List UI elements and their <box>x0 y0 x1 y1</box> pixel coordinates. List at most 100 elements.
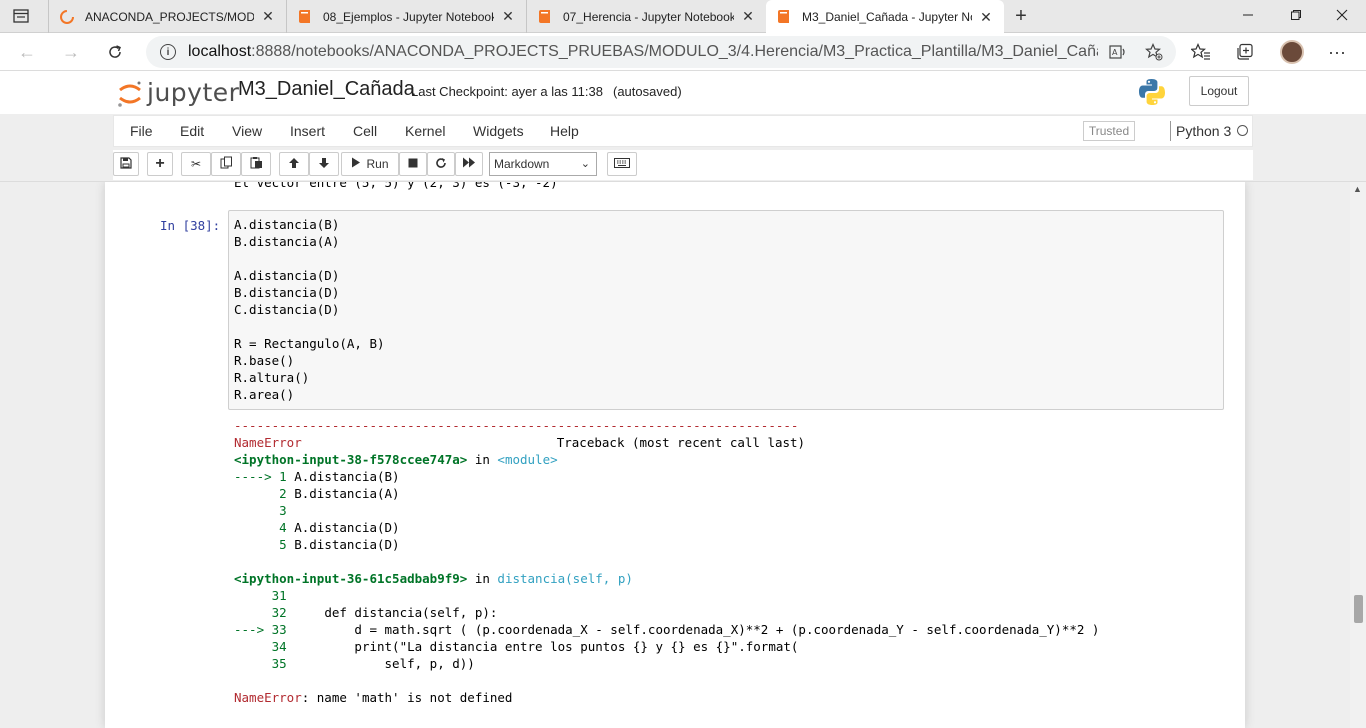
traceback-header-line: NameError Traceback (most recent call las… <box>234 435 806 450</box>
browser-tab-ejemplos[interactable]: 08_Ejemplos - Jupyter Notebook ✕ <box>286 0 526 33</box>
window-menu-icon[interactable] <box>12 8 30 24</box>
traceback-line: 2 B.distancia(A) <box>234 486 400 501</box>
minimize-icon[interactable] <box>1236 4 1260 26</box>
menu-cell[interactable]: Cell <box>353 123 377 139</box>
notebook-name[interactable]: M3_Daniel_Cañada <box>238 78 415 101</box>
last-checkpoint: Last Checkpoint: ayer a las 11:38 <box>411 84 603 99</box>
code-line: R.altura() <box>234 370 310 385</box>
save-button[interactable] <box>113 152 139 176</box>
collections-icon[interactable] <box>1234 41 1256 63</box>
move-down-button[interactable] <box>309 152 339 176</box>
autosave-status: (autosaved) <box>613 84 682 99</box>
trusted-badge[interactable]: Trusted <box>1083 121 1135 141</box>
forward-arrow-icon[interactable]: → <box>60 41 82 63</box>
menu-edit[interactable]: Edit <box>180 123 204 139</box>
jupyter-logo-text: jupyter <box>147 77 240 107</box>
stop-icon <box>408 157 418 171</box>
move-up-button[interactable] <box>279 152 309 176</box>
code-line: R.area() <box>234 387 295 402</box>
reload-icon[interactable] <box>104 41 126 63</box>
restore-icon[interactable] <box>1284 4 1308 26</box>
browser-tab-herencia[interactable]: 07_Herencia - Jupyter Notebook ✕ <box>526 0 766 33</box>
notebook-book-icon <box>537 9 553 25</box>
menu-file[interactable]: File <box>130 123 153 139</box>
traceback-frame-1: <ipython-input-38-f578ccee747a> in <modu… <box>234 452 558 467</box>
traceback-line: 4 A.distancia(D) <box>234 520 400 535</box>
menu-insert[interactable]: Insert <box>290 123 325 139</box>
fast-forward-icon <box>462 157 476 171</box>
kernel-separator <box>1170 121 1171 141</box>
menu-view[interactable]: View <box>232 123 262 139</box>
traceback-line: 35 self, p, d)) <box>234 656 475 671</box>
code-line: R.base() <box>234 353 295 368</box>
kernel-name[interactable]: Python 3 <box>1176 123 1231 139</box>
close-icon[interactable]: ✕ <box>740 8 756 25</box>
copy-button[interactable] <box>211 152 241 176</box>
page-scrollbar[interactable]: ▲ <box>1350 182 1366 728</box>
error-traceback-output: ----------------------------------------… <box>234 417 1099 706</box>
site-info-icon[interactable]: i <box>160 44 176 60</box>
scroll-up-arrow-icon[interactable]: ▲ <box>1353 184 1362 194</box>
jupyter-header: jupyter M3_Daniel_Cañada Last Checkpoint… <box>0 71 1366 114</box>
logout-button[interactable]: Logout <box>1189 76 1249 106</box>
code-line: A.distancia(B) <box>234 217 340 232</box>
traceback-separator: ----------------------------------------… <box>234 418 799 433</box>
traceback-line: 32 def distancia(self, p): <box>234 605 498 620</box>
python-logo-icon <box>1138 78 1166 106</box>
tab-title: M3_Daniel_Cañada - Jupyter Not <box>802 10 972 24</box>
more-options-icon[interactable]: ··· <box>1326 41 1348 63</box>
code-line: A.distancia(D) <box>234 268 340 283</box>
chevron-down-icon: ⌄ <box>580 158 590 170</box>
browser-tab-anaconda[interactable]: ANACONDA_PROJECTS/MODULO ✕ <box>48 0 286 33</box>
notebook-scroll-area[interactable]: El vector entre (5, 5) y (2, 3) es (-3, … <box>0 182 1350 728</box>
new-tab-plus-icon[interactable]: + <box>1010 5 1032 27</box>
svg-text:A: A <box>1112 48 1118 57</box>
run-label: Run <box>366 157 389 171</box>
browser-address-bar: ← → i localhost:8888/notebooks/ANACONDA_… <box>0 33 1366 71</box>
restart-icon <box>435 157 447 172</box>
cut-button[interactable]: ✂ <box>181 152 211 176</box>
cell-type-select[interactable]: Markdown ⌄ <box>489 152 597 176</box>
code-cell-input[interactable]: A.distancia(B) B.distancia(A) A.distancia… <box>228 210 1224 410</box>
tab-title: 07_Herencia - Jupyter Notebook <box>563 9 734 24</box>
keyboard-icon <box>614 157 630 171</box>
traceback-frame-2: <ipython-input-36-61c5adbab9f9> in dista… <box>234 571 633 586</box>
command-palette-button[interactable] <box>607 152 637 176</box>
code-line: C.distancia(D) <box>234 302 340 317</box>
close-icon[interactable]: ✕ <box>500 8 516 25</box>
restart-kernel-button[interactable] <box>427 152 455 176</box>
read-aloud-icon[interactable]: A <box>1108 42 1128 62</box>
traceback-line: 31 <box>234 588 287 603</box>
browser-tab-m3-daniel[interactable]: M3_Daniel_Cañada - Jupyter Not ✕ <box>766 0 1004 34</box>
back-arrow-icon[interactable]: ← <box>16 41 38 63</box>
plus-icon: + <box>155 155 165 172</box>
url-text: localhost:8888/notebooks/ANACONDA_PROJEC… <box>188 43 1098 60</box>
favorites-icon[interactable] <box>1190 41 1212 63</box>
traceback-line: 34 print("La distancia entre los puntos … <box>234 639 799 654</box>
interrupt-kernel-button[interactable] <box>399 152 427 176</box>
scrollbar-thumb[interactable] <box>1354 595 1363 623</box>
close-icon[interactable]: ✕ <box>978 9 994 25</box>
anaconda-ring-icon <box>59 9 75 25</box>
run-button[interactable]: Run <box>341 152 399 176</box>
jupyter-logo[interactable]: jupyter <box>117 75 239 109</box>
code-editor[interactable]: A.distancia(B) B.distancia(A) A.distancia… <box>234 216 385 403</box>
add-favorite-icon[interactable] <box>1144 42 1164 62</box>
traceback-line: ----> 1 A.distancia(B) <box>234 469 400 484</box>
close-icon[interactable]: ✕ <box>260 8 276 25</box>
paste-button[interactable] <box>241 152 271 176</box>
input-prompt: In [38]: <box>160 218 221 233</box>
insert-cell-button[interactable]: + <box>147 152 173 176</box>
restart-run-all-button[interactable] <box>455 152 483 176</box>
window-close-icon[interactable] <box>1330 4 1354 26</box>
paste-icon <box>250 156 263 172</box>
profile-avatar[interactable] <box>1280 40 1304 64</box>
menu-help[interactable]: Help <box>550 123 579 139</box>
url-field[interactable]: i localhost:8888/notebooks/ANACONDA_PROJ… <box>146 36 1176 68</box>
menu-kernel[interactable]: Kernel <box>405 123 445 139</box>
menu-widgets[interactable]: Widgets <box>473 123 524 139</box>
cell-type-value: Markdown <box>494 157 550 171</box>
